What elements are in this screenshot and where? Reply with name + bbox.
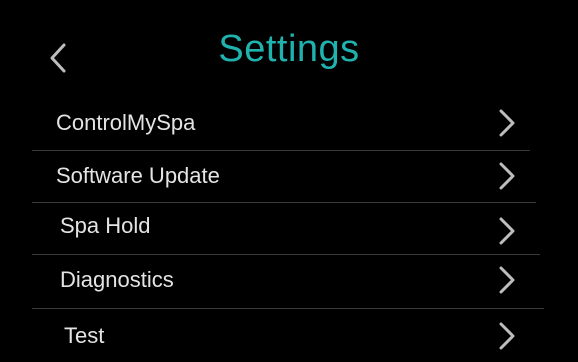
page-title: Settings bbox=[218, 28, 360, 70]
menu-item-label: Test bbox=[64, 323, 105, 348]
menu-item-spa-hold[interactable]: Spa Hold bbox=[60, 202, 518, 250]
chevron-right-icon bbox=[499, 109, 515, 137]
menu-item-diagnostics[interactable]: Diagnostics bbox=[60, 256, 518, 304]
menu-item-controlmyspa[interactable]: ControlMySpa bbox=[56, 99, 518, 147]
divider bbox=[32, 150, 530, 151]
chevron-right-icon bbox=[499, 162, 515, 190]
divider bbox=[32, 308, 544, 309]
menu-item-test[interactable]: Test bbox=[64, 312, 518, 360]
divider bbox=[32, 254, 540, 255]
menu-item-label: Software Update bbox=[56, 163, 220, 188]
chevron-right-icon bbox=[499, 266, 515, 294]
menu-item-label: Spa Hold bbox=[60, 213, 151, 238]
menu-item-software-update[interactable]: Software Update bbox=[56, 152, 518, 200]
menu-item-label: Diagnostics bbox=[60, 267, 174, 292]
chevron-right-icon bbox=[499, 217, 515, 245]
chevron-right-icon bbox=[499, 322, 515, 350]
settings-screen: Settings ControlMySpa Software Update Sp… bbox=[0, 0, 578, 362]
menu-item-label: ControlMySpa bbox=[56, 110, 196, 135]
